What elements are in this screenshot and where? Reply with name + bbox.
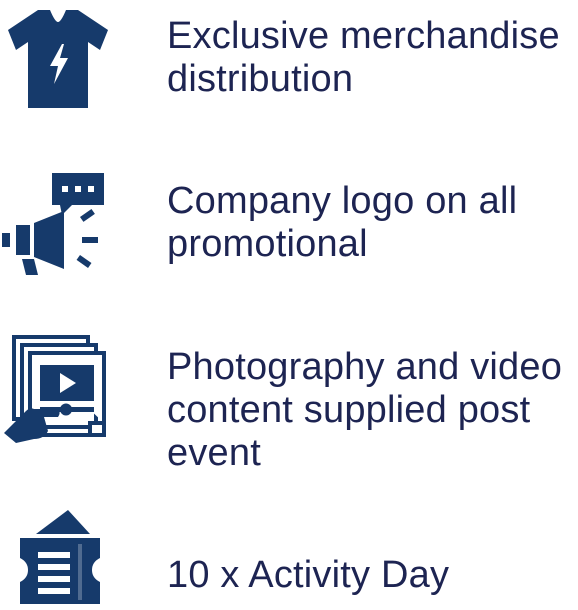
megaphone-icon [0, 167, 110, 277]
t-shirt-icon [0, 4, 110, 114]
benefit-activity-day-label: 10 x Activity Day [167, 554, 450, 596]
benefit-promotional-label: Company logo on all promotional [167, 180, 518, 265]
photo-video-icon [0, 335, 110, 445]
ticket-icon [0, 500, 110, 610]
benefit-photo-video-label: Photography and video content supplied p… [167, 346, 563, 474]
benefit-merchandise-label: Exclusive merchandise distribution [167, 15, 560, 100]
